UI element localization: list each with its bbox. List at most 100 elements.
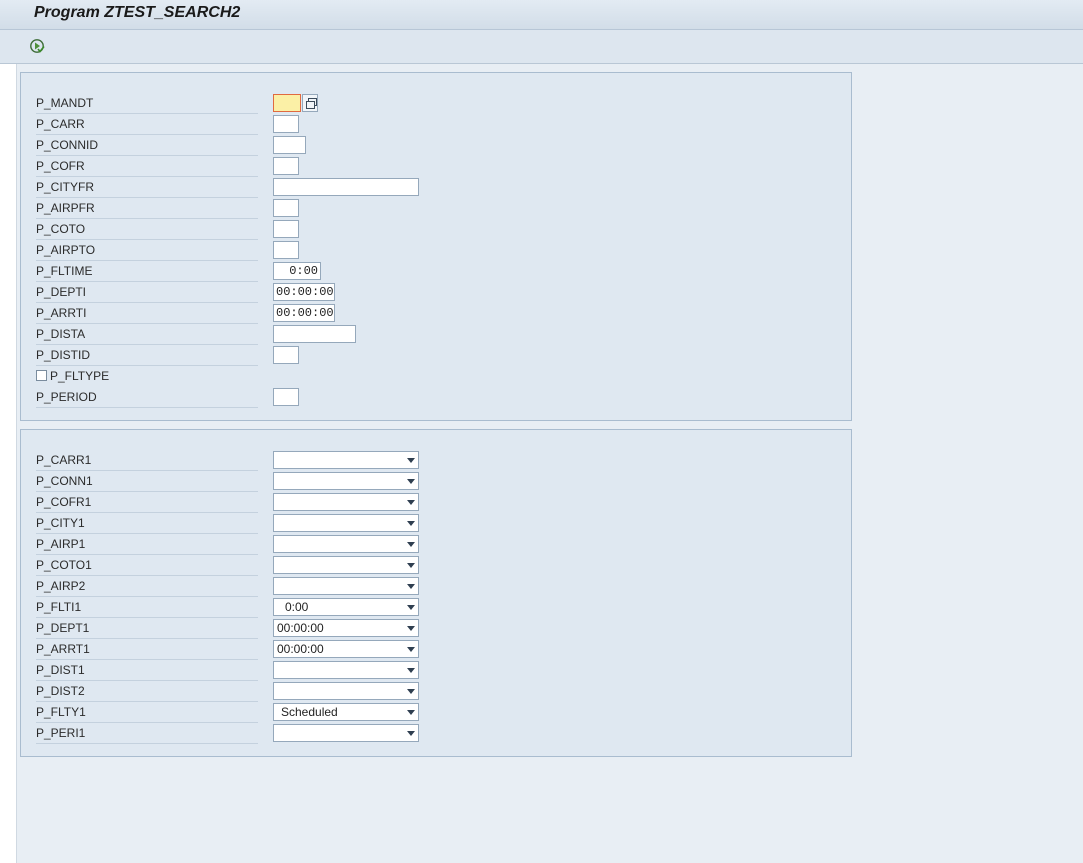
p-airp2-dropdown[interactable] [273, 577, 419, 595]
field-label: P_DISTA [36, 325, 258, 345]
chevron-down-icon[interactable] [407, 458, 415, 463]
parameter-block-1: P_MANDT P_CARR P_CONNID P_COFR P_CITYFR … [20, 72, 852, 421]
p-fltime-input[interactable]: 0:00 [273, 262, 321, 280]
p-peri1-dropdown[interactable] [273, 724, 419, 742]
dropdown-value: 00:00:00 [277, 621, 324, 635]
field-label: P_PERIOD [36, 388, 258, 408]
p-airpto-input[interactable] [273, 241, 299, 259]
chevron-down-icon[interactable] [407, 584, 415, 589]
p-cityfr-input[interactable] [273, 178, 419, 196]
field-label: P_DEPT1 [36, 619, 258, 639]
chevron-down-icon[interactable] [407, 479, 415, 484]
p-dist1-dropdown[interactable] [273, 661, 419, 679]
field-label: P_FLTI1 [36, 598, 258, 618]
application-toolbar [0, 30, 1083, 64]
field-label: P_DIST1 [36, 661, 258, 681]
chevron-down-icon[interactable] [407, 731, 415, 736]
chevron-down-icon[interactable] [407, 605, 415, 610]
field-label: P_CONNID [36, 136, 258, 156]
chevron-down-icon[interactable] [407, 521, 415, 526]
chevron-down-icon[interactable] [407, 647, 415, 652]
field-row-p-flti1: P_FLTI1 0:00 [36, 598, 516, 619]
p-period-input[interactable] [273, 388, 299, 406]
field-row-p-conn1: P_CONN1 [36, 472, 516, 493]
p-conn1-dropdown[interactable] [273, 472, 419, 490]
p-airpfr-input[interactable] [273, 199, 299, 217]
field-label: P_CITYFR [36, 178, 258, 198]
field-label: P_COFR [36, 157, 258, 177]
field-label: P_AIRPFR [36, 199, 258, 219]
field-row-p-depti: P_DEPTI 00:00:00 [36, 283, 516, 304]
title-bar: Program ZTEST_SEARCH2 [0, 0, 1083, 30]
field-label: P_CARR [36, 115, 258, 135]
field-label: P_FLTY1 [36, 703, 258, 723]
field-row-p-airpfr: P_AIRPFR [36, 199, 516, 220]
field-row-p-cofr: P_COFR [36, 157, 516, 178]
dropdown-value: Scheduled [281, 705, 338, 719]
field-row-p-dept1: P_DEPT1 00:00:00 [36, 619, 516, 640]
field-label: P_AIRP1 [36, 535, 258, 555]
chevron-down-icon[interactable] [407, 500, 415, 505]
field-row-p-coto1: P_COTO1 [36, 556, 516, 577]
p-dept1-dropdown[interactable]: 00:00:00 [273, 619, 419, 637]
field-row-p-city1: P_CITY1 [36, 514, 516, 535]
field-label: P_COTO1 [36, 556, 258, 576]
field-row-p-arrti: P_ARRTI 00:00:00 [36, 304, 516, 325]
field-row-p-period: P_PERIOD [36, 388, 516, 409]
field-label: P_AIRPTO [36, 241, 258, 261]
chevron-down-icon[interactable] [407, 689, 415, 694]
field-row-p-carr1: P_CARR1 [36, 451, 516, 472]
field-row-p-carr: P_CARR [36, 115, 516, 136]
p-arrt1-dropdown[interactable]: 00:00:00 [273, 640, 419, 658]
chevron-down-icon[interactable] [407, 542, 415, 547]
value-help-icon[interactable] [302, 94, 318, 112]
field-label: P_DISTID [36, 346, 258, 366]
p-cofr1-dropdown[interactable] [273, 493, 419, 511]
field-label: P_DEPTI [36, 283, 258, 303]
field-label: P_DIST2 [36, 682, 258, 702]
p-airp1-dropdown[interactable] [273, 535, 419, 553]
p-distid-input[interactable] [273, 346, 299, 364]
field-row-p-fltime: P_FLTIME 0:00 [36, 262, 516, 283]
field-row-p-flty1: P_FLTY1 Scheduled [36, 703, 516, 724]
p-mandt-input[interactable] [273, 94, 301, 112]
p-flti1-dropdown[interactable]: 0:00 [273, 598, 419, 616]
p-coto-input[interactable] [273, 220, 299, 238]
p-carr-input[interactable] [273, 115, 299, 133]
field-row-p-mandt: P_MANDT [36, 94, 516, 115]
chevron-down-icon[interactable] [407, 668, 415, 673]
p-fltype-checkbox[interactable] [36, 370, 47, 381]
chevron-down-icon[interactable] [407, 710, 415, 715]
p-flty1-dropdown[interactable]: Scheduled [273, 703, 419, 721]
field-row-p-dista: P_DISTA [36, 325, 516, 346]
chevron-down-icon[interactable] [407, 626, 415, 631]
p-dist2-dropdown[interactable] [273, 682, 419, 700]
field-row-p-connid: P_CONNID [36, 136, 516, 157]
field-label: P_FLTIME [36, 262, 258, 282]
p-depti-input[interactable]: 00:00:00 [273, 283, 335, 301]
p-connid-input[interactable] [273, 136, 306, 154]
chevron-down-icon[interactable] [407, 563, 415, 568]
field-label: P_AIRP2 [36, 577, 258, 597]
p-coto1-dropdown[interactable] [273, 556, 419, 574]
field-label: P_CONN1 [36, 472, 258, 492]
field-row-p-arrt1: P_ARRT1 00:00:00 [36, 640, 516, 661]
p-cofr-input[interactable] [273, 157, 299, 175]
execute-icon[interactable] [29, 38, 45, 54]
p-arrti-input[interactable]: 00:00:00 [273, 304, 335, 322]
parameter-block-2: P_CARR1 P_CONN1 P_COFR1 P_CITY1 P_AIRP1 … [20, 429, 852, 757]
dropdown-value: 00:00:00 [277, 642, 324, 656]
p-dista-input[interactable] [273, 325, 356, 343]
field-label: P_ARRT1 [36, 640, 258, 660]
checkbox-label: P_FLTYPE [50, 369, 110, 383]
p-carr1-dropdown[interactable] [273, 451, 419, 469]
field-label: P_MANDT [36, 94, 258, 114]
field-row-p-distid: P_DISTID [36, 346, 516, 367]
field-row-p-cityfr: P_CITYFR [36, 178, 516, 199]
field-row-p-airp2: P_AIRP2 [36, 577, 516, 598]
field-label: P_CARR1 [36, 451, 258, 471]
field-row-p-peri1: P_PERI1 [36, 724, 516, 745]
field-label: P_CITY1 [36, 514, 258, 534]
field-row-p-dist2: P_DIST2 [36, 682, 516, 703]
p-city1-dropdown[interactable] [273, 514, 419, 532]
